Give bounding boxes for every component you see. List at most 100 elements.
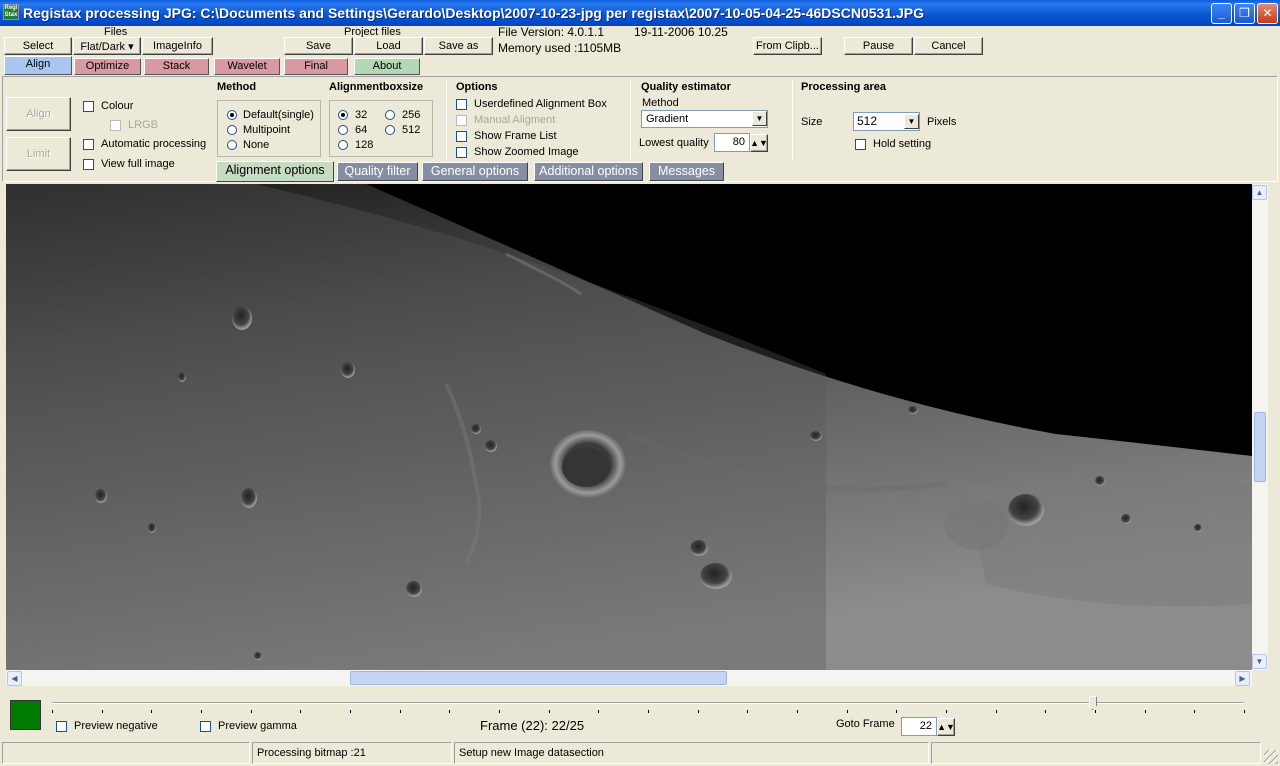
scroll-up-button[interactable]: ▲: [1252, 185, 1267, 200]
save-as-button[interactable]: Save as: [424, 37, 493, 55]
slider-tick: [201, 710, 202, 713]
status-pane-setup: Setup new Image datasection: [454, 742, 929, 764]
frame-slider-track[interactable]: [52, 702, 1244, 704]
tab-final[interactable]: Final: [284, 58, 348, 75]
subtab-quality-filter[interactable]: Quality filter: [337, 162, 418, 181]
slider-tick: [250, 710, 252, 713]
slider-tick: [946, 710, 947, 713]
slider-tick: [1244, 710, 1245, 713]
horizontal-scroll-thumb[interactable]: [350, 671, 727, 685]
scroll-down-button[interactable]: ▼: [1252, 654, 1267, 669]
chevron-down-icon: ▼: [1255, 657, 1264, 666]
view-full-image-checkbox[interactable]: [83, 159, 94, 170]
chevron-down-icon[interactable]: ▼: [904, 114, 919, 129]
close-button[interactable]: ✕: [1257, 3, 1278, 24]
quality-method-value: Gradient: [646, 113, 689, 125]
subtab-alignment-options[interactable]: Alignment options: [216, 161, 334, 182]
tab-wavelet[interactable]: Wavelet: [214, 58, 280, 75]
status-pane-4: [931, 742, 1261, 764]
resize-grip-icon[interactable]: [1264, 750, 1278, 764]
boxsize-256-label: 256: [402, 109, 421, 121]
lowest-quality-spinner[interactable]: ▲▼: [750, 134, 768, 152]
scroll-left-button[interactable]: ◀: [7, 671, 22, 686]
limit-button[interactable]: Limit: [6, 137, 71, 171]
flat-dark-button[interactable]: Flat/Dark ▾: [73, 37, 141, 55]
goto-frame-label: Goto Frame: [836, 718, 895, 730]
chevron-left-icon: ◀: [11, 674, 18, 683]
chevron-up-icon: ▲: [1255, 188, 1264, 197]
hold-setting-checkbox[interactable]: [855, 139, 866, 150]
slider-tick: [896, 710, 898, 713]
pause-button[interactable]: Pause: [844, 37, 913, 55]
slider-tick: [797, 710, 798, 713]
scroll-right-button[interactable]: ▶: [1235, 671, 1250, 686]
boxsize-title: Alignmentboxsize: [329, 81, 424, 93]
lrgb-checkbox[interactable]: [110, 120, 121, 131]
subtab-additional-options[interactable]: Additional options: [534, 162, 643, 181]
preview-negative-checkbox[interactable]: [56, 721, 67, 732]
separator: [792, 80, 793, 160]
select-button[interactable]: Select: [4, 37, 72, 55]
goto-frame-spinner[interactable]: ▲▼: [937, 718, 955, 736]
frame-image-view[interactable]: [6, 184, 1252, 670]
boxsize-256-radio[interactable]: [385, 110, 395, 120]
boxsize-512-radio[interactable]: [385, 125, 395, 135]
userdefined-alignment-box-checkbox[interactable]: [456, 99, 467, 110]
slider-tick: [1144, 710, 1146, 713]
manual-alignment-checkbox[interactable]: [456, 115, 467, 126]
subtab-messages[interactable]: Messages: [649, 162, 724, 181]
lowest-quality-input[interactable]: 80: [714, 133, 750, 152]
lrgb-label: LRGB: [128, 119, 158, 131]
quality-estimator-title: Quality estimator: [641, 81, 731, 93]
subtab-general-options[interactable]: General options: [422, 162, 528, 181]
slider-tick: [598, 710, 600, 713]
colour-label: Colour: [101, 100, 134, 112]
title-bar: Regi Stax Registax processing JPG: C:\Do…: [0, 0, 1280, 26]
hold-setting-label: Hold setting: [873, 138, 932, 150]
frame-slider-thumb[interactable]: [1088, 696, 1097, 710]
registax-app-icon[interactable]: Regi Stax: [3, 4, 19, 20]
separator: [630, 80, 631, 160]
save-button[interactable]: Save: [284, 37, 353, 55]
boxsize-32-radio[interactable]: [338, 110, 348, 120]
align-button[interactable]: Align: [6, 97, 71, 131]
method-default-label: Default(single): [243, 109, 314, 121]
method-none-radio[interactable]: [227, 140, 237, 150]
method-multipoint-radio[interactable]: [227, 125, 237, 135]
automatic-processing-checkbox[interactable]: [83, 139, 94, 150]
minimize-button[interactable]: _: [1211, 3, 1232, 24]
tab-optimize[interactable]: Optimize: [74, 58, 141, 75]
size-label: Size: [801, 116, 823, 128]
imageinfo-button[interactable]: ImageInfo: [142, 37, 213, 55]
moon-surface-image: [6, 184, 1252, 670]
tab-align[interactable]: Align: [4, 56, 72, 75]
show-zoomed-image-checkbox[interactable]: [456, 147, 467, 158]
slider-tick: [697, 710, 699, 713]
boxsize-64-radio[interactable]: [338, 125, 348, 135]
size-dropdown[interactable]: 512 ▼: [853, 112, 920, 131]
automatic-processing-label: Automatic processing: [101, 138, 207, 150]
quality-method-dropdown[interactable]: Gradient ▼: [641, 110, 768, 128]
boxsize-32-label: 32: [355, 109, 368, 121]
slider-tick: [548, 710, 550, 713]
maximize-button[interactable]: ❐: [1234, 3, 1255, 24]
colour-checkbox[interactable]: [83, 101, 94, 112]
status-pane-processing: Processing bitmap :21: [252, 742, 452, 764]
method-default-radio[interactable]: [227, 110, 237, 120]
cancel-button[interactable]: Cancel: [914, 37, 983, 55]
tab-stack[interactable]: Stack: [144, 58, 209, 75]
vertical-scroll-thumb[interactable]: [1254, 412, 1266, 482]
preview-gamma-checkbox[interactable]: [200, 721, 211, 732]
slider-tick: [449, 710, 451, 713]
boxsize-128-radio[interactable]: [338, 140, 348, 150]
from-clipboard-button[interactable]: From Clipb...: [753, 37, 822, 55]
chevron-down-icon[interactable]: ▼: [752, 111, 767, 126]
goto-frame-input[interactable]: 22: [901, 717, 937, 736]
tab-about[interactable]: About: [354, 58, 420, 75]
show-frame-list-checkbox[interactable]: [456, 131, 467, 142]
pixels-label: Pixels: [927, 116, 957, 128]
frame-counter: Frame (22): 22/25: [480, 718, 585, 733]
slider-tick: [1095, 710, 1096, 713]
load-button[interactable]: Load: [354, 37, 423, 55]
lowest-quality-label: Lowest quality: [639, 137, 709, 149]
